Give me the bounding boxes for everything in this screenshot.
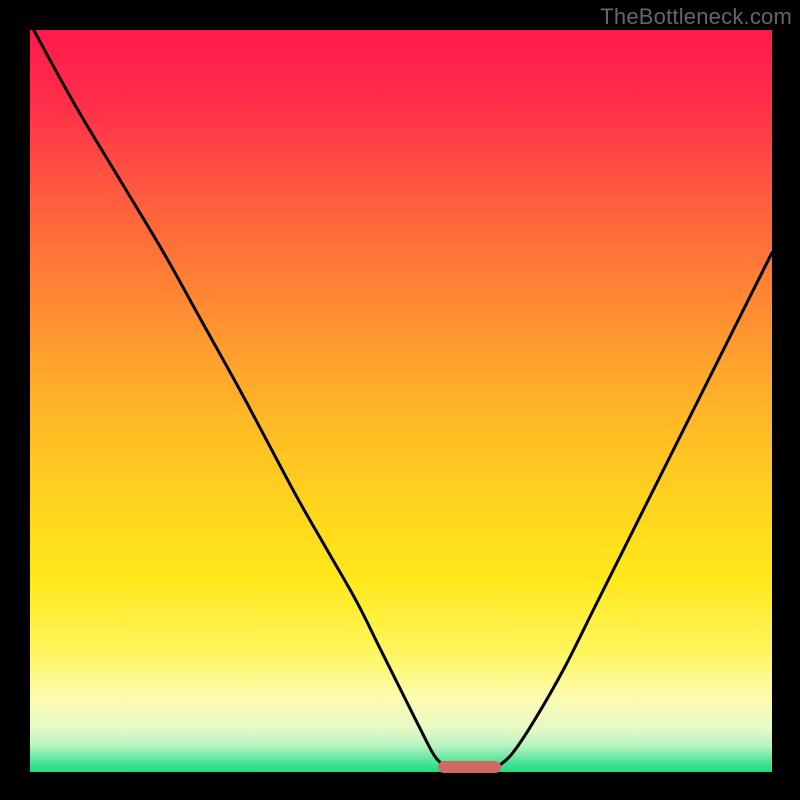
watermark-text: TheBottleneck.com [600,4,792,30]
plot-area [30,30,772,772]
bottleneck-marker [438,761,501,773]
gradient-background [30,30,772,772]
chart-frame: TheBottleneck.com [0,0,800,800]
bottleneck-curve-svg [30,30,772,772]
